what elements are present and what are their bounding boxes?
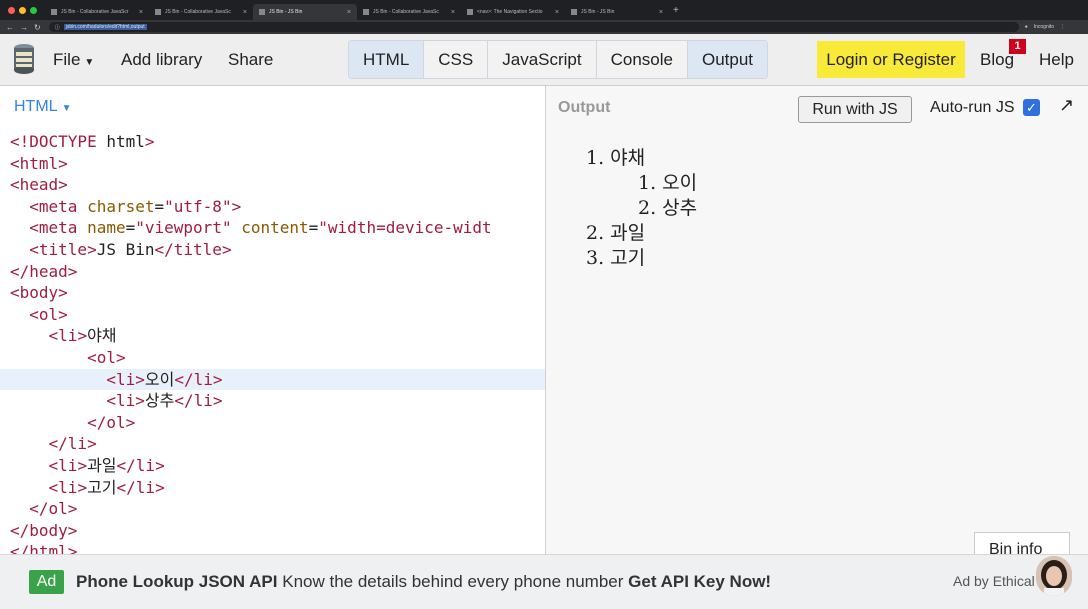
code-line[interactable]: <li>오이</li> — [0, 368, 545, 391]
html-editor-panel[interactable]: HTML ▼ <!DOCTYPE html> <html> <head> <meta … — [0, 86, 545, 554]
jsbin-toolbar: File ▼ Add library Share HTML CSS JavaScr… — [0, 34, 1088, 86]
code-line[interactable]: <title>JS Bin</title> — [0, 239, 545, 261]
minimize-window-icon[interactable] — [19, 6, 26, 14]
code-line[interactable]: <li>과일</li> — [0, 455, 545, 477]
info-icon[interactable]: ⓘ — [55, 24, 60, 31]
code-line[interactable]: </ol> — [0, 412, 545, 434]
tab-css[interactable]: CSS — [424, 41, 489, 78]
output-list-item: 2. 과일 — [586, 222, 646, 244]
tab-close-icon[interactable]: × — [243, 9, 247, 16]
ad-title: Phone Lookup JSON API — [76, 572, 278, 591]
tab-console[interactable]: Console — [597, 41, 688, 78]
zoom-window-icon[interactable] — [30, 6, 37, 14]
new-tab-icon[interactable]: + — [673, 5, 679, 16]
editor-language-selector[interactable]: HTML ▼ — [14, 98, 71, 116]
code-line[interactable]: <meta name="viewport" content="width=dev… — [0, 217, 545, 239]
code-line[interactable]: <!DOCTYPE html> — [0, 131, 545, 153]
tab-close-icon[interactable]: × — [451, 9, 455, 16]
browser-nav-buttons: ← → ↻ — [6, 23, 41, 32]
address-bar[interactable]: ⓘ jsbin.com/haduloro/edit?html,output — [48, 22, 1019, 32]
browser-tab-active[interactable]: JS Bin - JS Bin × — [253, 4, 357, 20]
help-link[interactable]: Help — [1039, 34, 1074, 86]
tab-favicon-icon — [155, 9, 161, 15]
tab-favicon-icon — [571, 9, 577, 15]
browser-actions: ● Incognito ⋮ — [1025, 24, 1065, 30]
tab-javascript[interactable]: JavaScript — [488, 41, 597, 78]
tab-html[interactable]: HTML — [349, 41, 425, 78]
ad-body: Know the details behind every phone numb… — [282, 572, 624, 591]
tab-favicon-icon — [259, 9, 265, 15]
share-button[interactable]: Share — [228, 34, 273, 86]
window-controls — [8, 6, 37, 14]
tab-favicon-icon — [51, 9, 57, 15]
menu-dots-icon[interactable]: ⋮ — [1060, 24, 1065, 30]
tab-favicon-icon — [467, 9, 473, 15]
tab-close-icon[interactable]: × — [659, 9, 663, 16]
browser-tab[interactable]: JS Bin - JS Bin × — [565, 4, 669, 20]
browser-tab[interactable]: JS Bin - Collaborative JavaSc × — [357, 4, 461, 20]
tab-close-icon[interactable]: × — [555, 9, 559, 16]
jsbin-logo-icon[interactable] — [12, 43, 36, 75]
autorun-label: Auto-run JS — [930, 99, 1015, 116]
code-line[interactable]: </head> — [0, 261, 545, 283]
panel-toggle-group: HTML CSS JavaScript Console Output — [348, 40, 769, 79]
code-line[interactable]: </ol> — [0, 498, 545, 520]
code-line[interactable]: <body> — [0, 282, 545, 304]
code-line[interactable]: <li>고기</li> — [0, 477, 545, 499]
ad-cta[interactable]: Get API Key Now! — [628, 572, 771, 591]
output-label: Output — [558, 99, 611, 116]
bin-info-button[interactable]: Bin info — [974, 532, 1070, 554]
back-arrow-icon[interactable]: ← — [6, 23, 14, 32]
ad-tag: Ad — [29, 570, 64, 594]
code-line[interactable]: <li>상추</li> — [0, 390, 545, 412]
chevron-down-icon: ▼ — [84, 57, 95, 68]
output-list-item: 1. 야채 — [586, 147, 646, 169]
browser-tab[interactable]: JS Bin - Collaborative JavaSc × — [149, 4, 253, 20]
forward-arrow-icon[interactable]: → — [20, 23, 28, 32]
browser-tab[interactable]: <nav>: The Navigation Sectio × — [461, 4, 565, 20]
code-line[interactable]: </body> — [0, 520, 545, 542]
login-register-button[interactable]: Login or Register — [817, 41, 965, 78]
chevron-down-icon: ▼ — [61, 103, 72, 114]
code-line[interactable]: <li>야채 — [0, 325, 545, 347]
code-line[interactable]: </html> — [0, 541, 545, 554]
code-line[interactable]: <meta charset="utf-8"> — [0, 196, 545, 218]
output-panel: Output Run with JS Auto-run JS ✓ ↗ 1. 야채… — [546, 86, 1088, 554]
ad-by-label[interactable]: Ad by Ethical — [953, 573, 1035, 589]
profile-label: Incognito — [1033, 24, 1055, 30]
url-text: jsbin.com/haduloro/edit?html,output — [63, 24, 147, 30]
tab-close-icon[interactable]: × — [347, 9, 351, 16]
code-line[interactable]: <head> — [0, 174, 545, 196]
code-line[interactable]: <html> — [0, 153, 545, 175]
autorun-checkbox[interactable]: ✓ — [1023, 99, 1040, 116]
output-list-item: 2. 상추 — [638, 197, 698, 219]
blog-notification-badge: 1 — [1009, 39, 1026, 54]
incognito-icon[interactable]: ● — [1025, 24, 1028, 30]
code-line[interactable]: </li> — [0, 433, 545, 455]
browser-tab-strip: JS Bin - Collaborative JavaScr × JS Bin -… — [0, 0, 1088, 20]
webcam-avatar — [1036, 556, 1072, 596]
person-icon — [1036, 556, 1072, 596]
ad-banner[interactable]: Ad Phone Lookup JSON API Know the detail… — [0, 554, 1088, 609]
browser-address-row: ← → ↻ ⓘ jsbin.com/haduloro/edit?html,out… — [0, 20, 1088, 34]
tab-favicon-icon — [363, 9, 369, 15]
code-area[interactable]: <!DOCTYPE html> <html> <head> <meta charse… — [0, 131, 545, 554]
file-menu[interactable]: File ▼ — [53, 34, 94, 86]
output-list-item: 3. 고기 — [586, 247, 646, 269]
popout-arrow-icon[interactable]: ↗ — [1059, 95, 1074, 116]
output-rendered-list: 1. 야채 1. 오이 2. 상추 2. 과일 3. 고기 — [586, 146, 697, 271]
output-list-item: 1. 오이 — [638, 172, 698, 194]
add-library-button[interactable]: Add library — [121, 34, 202, 86]
close-window-icon[interactable] — [8, 6, 15, 14]
tab-close-icon[interactable]: × — [139, 9, 143, 16]
code-line[interactable]: <ol> — [0, 304, 545, 326]
code-line[interactable]: <ol> — [0, 347, 545, 369]
tab-output[interactable]: Output — [688, 41, 768, 78]
ad-text[interactable]: Phone Lookup JSON API Know the details b… — [76, 570, 771, 594]
browser-tab[interactable]: JS Bin - Collaborative JavaScr × — [45, 4, 149, 20]
run-with-js-button[interactable]: Run with JS — [798, 96, 912, 123]
reload-icon[interactable]: ↻ — [34, 23, 41, 32]
